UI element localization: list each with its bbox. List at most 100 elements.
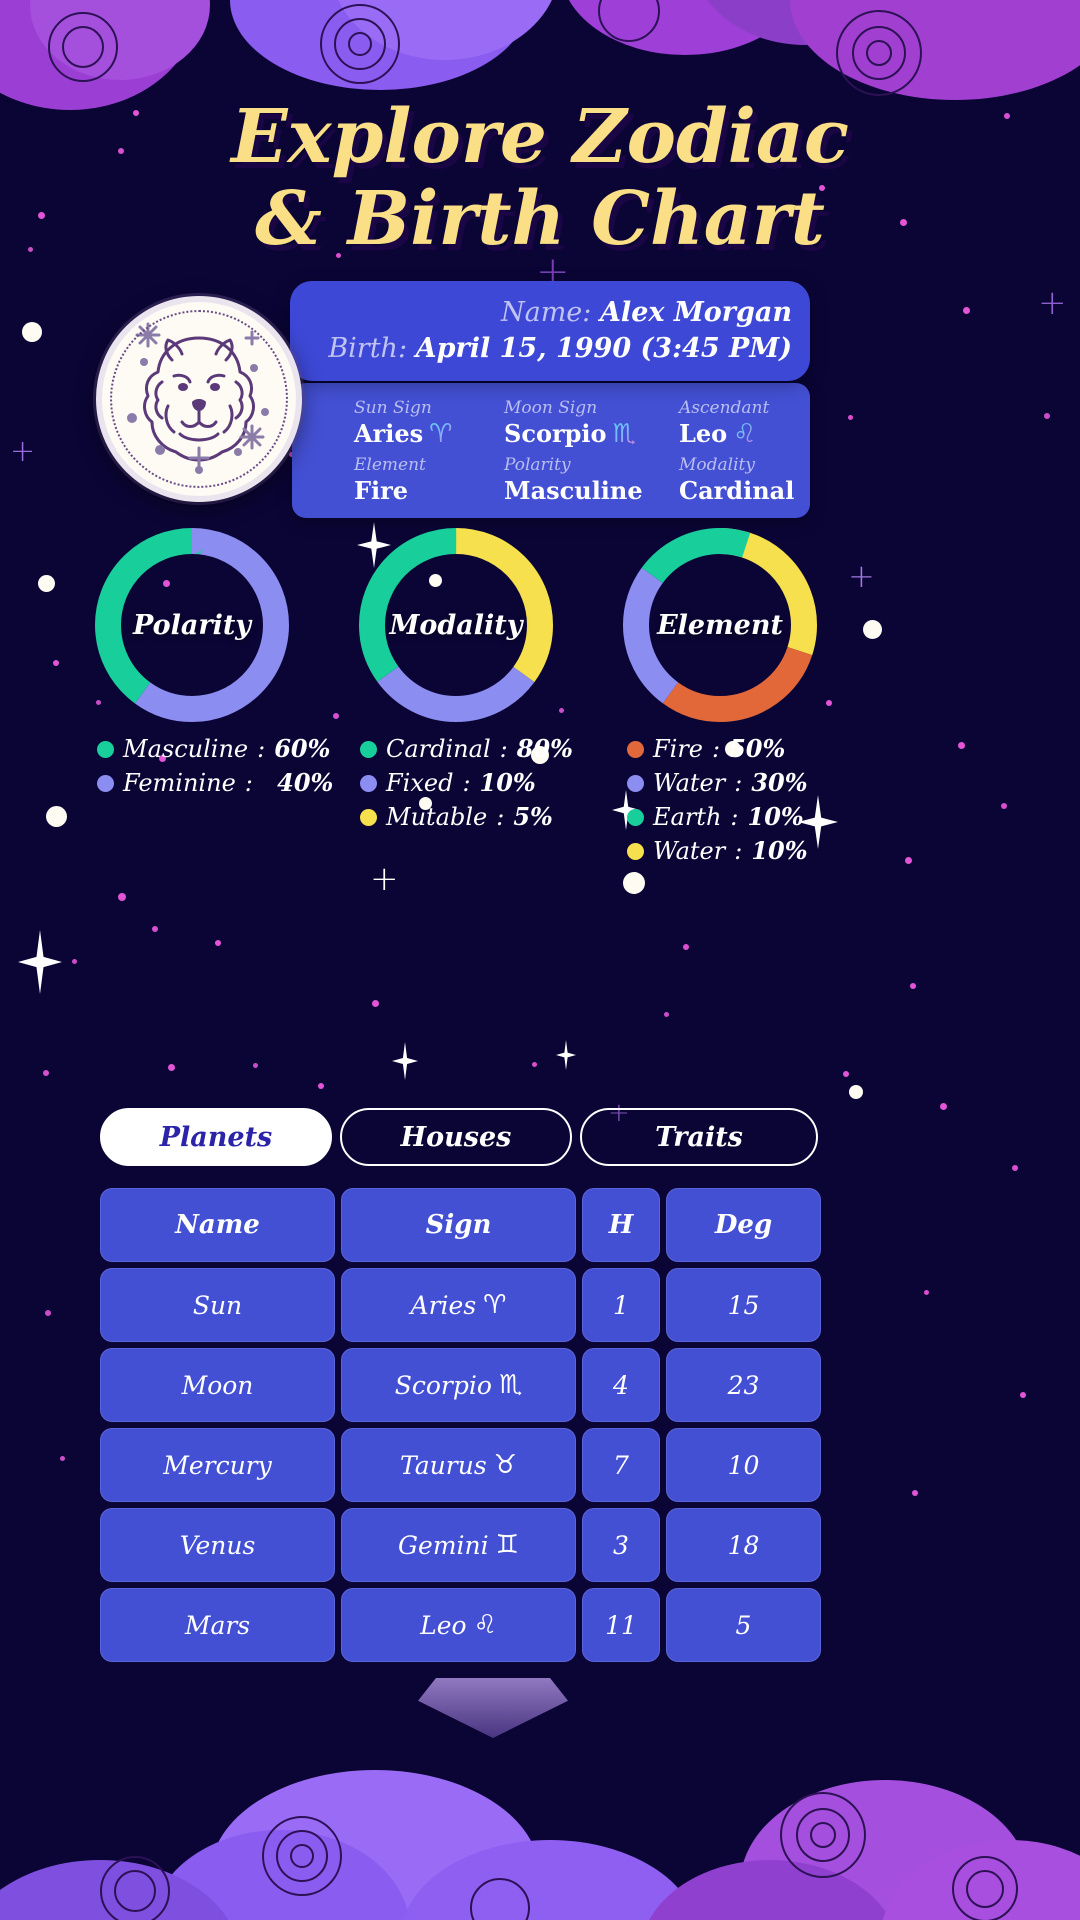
legend-color-swatch — [97, 740, 114, 758]
table-cell-sign: Aries ♈ — [341, 1268, 576, 1342]
lion-head-icon — [127, 322, 269, 474]
profile-birth-label: Birth — [328, 333, 398, 364]
legend-color-swatch — [360, 740, 377, 758]
table-cell-name: Mercury — [100, 1428, 335, 1502]
chart-polarity: Polarity — [92, 525, 292, 725]
table-cell-house: 11 — [582, 1588, 660, 1662]
attribute-label: Element — [354, 454, 426, 475]
legend-value: 60% — [274, 734, 331, 763]
chart-polarity-title: Polarity — [133, 609, 251, 641]
attribute-value-text: Scorpio — [504, 419, 607, 448]
aries-zodiac-icon: ♈ — [483, 1290, 507, 1320]
zodiac-birth-chart-page: + + + + + + Explore Zodiac & Birth Chart… — [0, 0, 1080, 1920]
page-title-line-1: Explore Zodiac — [231, 94, 849, 180]
tab-houses[interactable]: Houses — [340, 1108, 572, 1166]
legend-value: 5% — [513, 802, 553, 831]
sparkle-plus-icon: + — [1038, 283, 1067, 323]
legend-color-swatch — [627, 808, 644, 826]
profile-name-row: Name: Alex Morgan — [500, 297, 792, 328]
table-cell-sign: Leo ♌ — [341, 1588, 576, 1662]
legend-item: Mutable: 5% — [360, 800, 573, 834]
legend-polarity: Masculine: 60% Feminine: 40% — [97, 732, 333, 800]
legend-item: Fire: 50% — [627, 732, 808, 766]
table-cell-degree: 5 — [666, 1588, 821, 1662]
distribution-charts: Polarity Modality Element — [0, 525, 1080, 725]
legend-label: Fixed — [386, 769, 454, 797]
scorpio-zodiac-icon: ♏ — [612, 419, 636, 449]
sign-text: Leo — [420, 1610, 467, 1640]
attribute-label: Ascendant — [679, 398, 770, 418]
attribute-value: Scorpio ♏ — [504, 419, 679, 449]
sign-attributes-card: Sun Sign Aries ♈ Moon Sign Scorpio ♏ Asc… — [292, 383, 810, 518]
legend-label: Water — [653, 837, 726, 865]
tab-planets[interactable]: Planets — [100, 1108, 332, 1166]
gemini-zodiac-icon: ♊ — [495, 1530, 519, 1560]
legend-color-swatch — [360, 808, 377, 826]
legend-label: Water — [653, 769, 726, 797]
attribute-element: Element Fire — [354, 454, 504, 509]
legend-color-swatch — [360, 774, 377, 792]
sign-text: Taurus — [400, 1450, 487, 1480]
legend-color-swatch — [627, 740, 644, 758]
section-tabs: Planets Houses Traits — [100, 1108, 980, 1166]
sparkle-icon — [556, 1040, 576, 1070]
table-header-degree: Deg — [666, 1188, 821, 1262]
gem-icon — [418, 1678, 568, 1738]
attribute-value: Masculine — [504, 475, 643, 505]
page-title-line-2: & Birth Chart — [255, 176, 825, 262]
attribute-value: Fire — [354, 475, 409, 505]
leo-zodiac-icon: ♌ — [733, 419, 757, 449]
table-cell-degree: 15 — [666, 1268, 821, 1342]
table-cell-name: Sun — [100, 1268, 335, 1342]
attribute-value: Aries ♈ — [354, 419, 504, 449]
sparkle-plus-icon: + — [370, 859, 399, 899]
sparkle-plus-icon: + — [10, 434, 36, 469]
legend-value: 10% — [479, 768, 536, 797]
table-cell-degree: 18 — [666, 1508, 821, 1582]
profile-info-card: Name: Alex Morgan Birth: April 15, 1990 … — [290, 281, 810, 381]
legend-value: 50% — [729, 734, 786, 763]
attribute-sun-sign: Sun Sign Aries ♈ — [354, 397, 504, 452]
table-cell-name: Venus — [100, 1508, 335, 1582]
attribute-modality: Modality Cardinal — [679, 454, 794, 509]
leo-zodiac-icon: ♌ — [473, 1610, 497, 1640]
legend-item: Water: 30% — [627, 766, 808, 800]
sign-text: Scorpio — [394, 1370, 492, 1400]
sparkle-icon — [392, 1042, 418, 1080]
attribute-moon-sign: Moon Sign Scorpio ♏ — [504, 397, 679, 452]
sparkle-icon — [18, 930, 62, 994]
profile-birth-row: Birth: April 15, 1990 (3:45 PM) — [328, 333, 792, 364]
legend-item: Masculine: 60% — [97, 732, 333, 766]
taurus-zodiac-icon: ♉ — [493, 1450, 517, 1480]
table-cell-sign: Gemini ♊ — [341, 1508, 576, 1582]
table-cell-name: Mars — [100, 1588, 335, 1662]
attribute-label: Sun Sign — [354, 398, 432, 418]
legend-label: Earth — [653, 803, 722, 831]
attribute-value: Leo ♌ — [679, 419, 794, 449]
profile-name-value: Alex Morgan — [599, 297, 792, 328]
table-cell-house: 3 — [582, 1508, 660, 1582]
attribute-label: Moon Sign — [504, 398, 598, 418]
table-cell-house: 7 — [582, 1428, 660, 1502]
table-cell-house: 1 — [582, 1268, 660, 1342]
table-cell-sign: Scorpio ♏ — [341, 1348, 576, 1422]
chart-modality: Modality — [356, 525, 556, 725]
legend-label: Masculine — [123, 735, 249, 763]
chart-modality-title: Modality — [389, 609, 523, 641]
attribute-polarity: Polarity Masculine — [504, 454, 679, 509]
lion-medallion — [96, 296, 302, 502]
table-cell-degree: 23 — [666, 1348, 821, 1422]
legend-element: Fire: 50% Water: 30% Earth: 10% Water: 1… — [627, 732, 808, 868]
table-header-name: Name — [100, 1188, 335, 1262]
table-cell-house: 4 — [582, 1348, 660, 1422]
chart-element: Element — [620, 525, 820, 725]
tab-traits[interactable]: Traits — [580, 1108, 818, 1166]
legend-item: Water: 10% — [627, 834, 808, 868]
legend-label: Mutable — [386, 803, 488, 831]
sign-text: Aries — [410, 1290, 477, 1320]
table-cell-name: Moon — [100, 1348, 335, 1422]
table-header-sign: Sign — [341, 1188, 576, 1262]
legend-color-swatch — [627, 842, 644, 860]
legend-value: 40% — [277, 768, 334, 797]
legend-value: 30% — [751, 768, 808, 797]
